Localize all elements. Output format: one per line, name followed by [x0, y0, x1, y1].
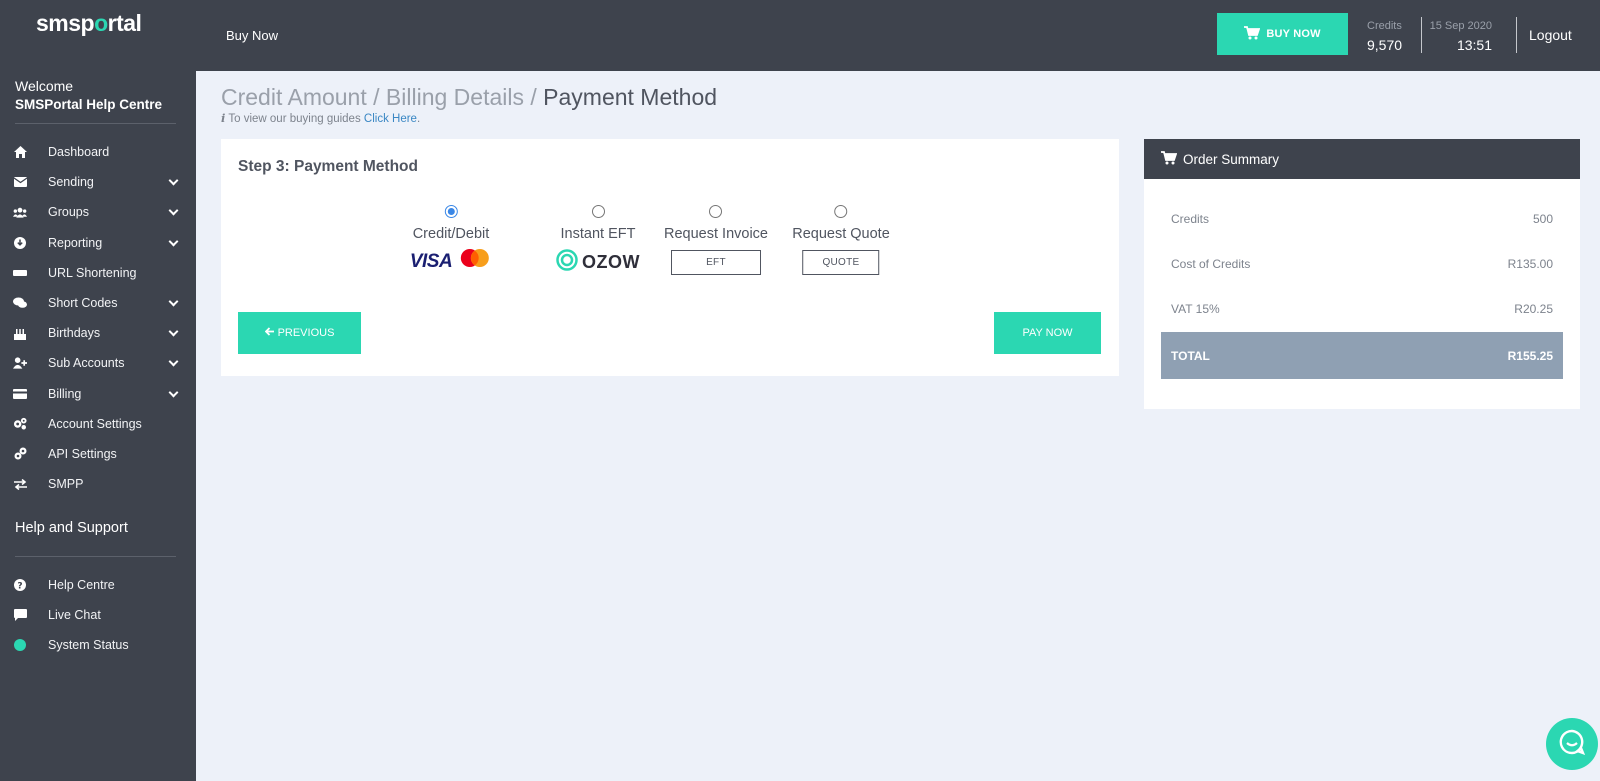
sidebar-item-account-settings[interactable]: Account Settings [0, 409, 196, 439]
previous-button[interactable]: PREVIOUS [238, 312, 361, 354]
breadcrumb-billing-details[interactable]: Billing Details [386, 84, 524, 110]
chevron-down-icon [168, 326, 179, 337]
payment-option-request-invoice[interactable]: Request Invoice EFT [664, 205, 768, 275]
radio-request-quote[interactable] [834, 205, 848, 218]
mastercard-logo [458, 247, 492, 278]
radio-credit-debit[interactable] [444, 205, 458, 218]
credits-label: Credits [1367, 20, 1402, 32]
current-date: 15 Sep 2020 [1429, 20, 1492, 32]
topbar-separator [1516, 17, 1517, 53]
summary-row-cost: Cost of Credits R135.00 [1171, 256, 1553, 271]
chat-icon [13, 608, 27, 622]
payment-option-instant-eft[interactable]: Instant EFT OZOW [556, 205, 640, 275]
payment-option-request-quote[interactable]: Request Quote QUOTE [792, 205, 890, 275]
users-icon [13, 205, 27, 219]
radio-request-invoice[interactable] [709, 205, 723, 218]
sidebar-item-birthdays[interactable]: Birthdays [0, 318, 196, 348]
smsportal-logo[interactable]: smsportal [36, 10, 142, 37]
svg-text:?: ? [17, 581, 22, 591]
sidebar-item-system-status[interactable]: System Status [0, 630, 196, 660]
question-icon: ? [13, 578, 27, 592]
sidebar-item-api-settings[interactable]: API Settings [0, 439, 196, 469]
help-and-support-heading: Help and Support [15, 520, 128, 536]
chevron-down-icon [168, 296, 179, 307]
payment-method-card: Step 3: Payment Method Credit/Debit VISA… [221, 139, 1119, 376]
sidebar-item-dashboard[interactable]: Dashboard [0, 137, 196, 167]
sidebar-item-sub-accounts[interactable]: Sub Accounts [0, 348, 196, 378]
summary-row-vat: VAT 15% R20.25 [1171, 301, 1553, 316]
home-icon [13, 145, 27, 159]
sidebar-item-sending[interactable]: Sending [0, 167, 196, 197]
status-dot-icon [13, 638, 27, 652]
sidebar-item-live-chat[interactable]: Live Chat [0, 600, 196, 630]
logout-link[interactable]: Logout [1529, 27, 1572, 43]
credits-value: 9,570 [1367, 37, 1403, 53]
buying-guide-note: i To view our buying guides Click Here. [221, 111, 421, 125]
credit-card-icon [13, 387, 27, 401]
chevron-down-icon [168, 387, 179, 397]
payment-option-credit-debit[interactable]: Credit/Debit VISA [410, 205, 492, 275]
cogs-icon [13, 417, 27, 431]
chevron-down-icon [168, 175, 179, 186]
chevron-down-icon [168, 236, 179, 247]
breadcrumb-current: Payment Method [543, 84, 718, 110]
sidebar-divider [15, 123, 176, 124]
sidebar-item-url-shortening[interactable]: URL Shortening [0, 258, 196, 288]
order-summary-header: Order Summary [1144, 139, 1580, 179]
sidebar-item-smpp[interactable]: SMPP [0, 469, 196, 499]
order-summary: Order Summary Credits 500 Cost of Credits… [1144, 139, 1580, 409]
breadcrumb-credit-amount[interactable]: Credit Amount [221, 84, 367, 110]
sidebar-nav: Dashboard Sending Groups Reporting URL S… [0, 137, 196, 499]
card-title: Step 3: Payment Method [238, 158, 418, 175]
visa-logo: VISA [409, 251, 453, 272]
eft-badge[interactable]: EFT [670, 249, 761, 275]
comments-icon [13, 296, 27, 310]
chevron-down-icon [168, 205, 179, 216]
buy-now-button[interactable]: BUY NOW [1217, 13, 1348, 55]
sidebar-item-short-codes[interactable]: Short Codes [0, 288, 196, 318]
download-icon [13, 236, 27, 250]
plug-icon [13, 447, 27, 461]
ozow-swirl-icon [556, 248, 578, 276]
info-icon: i [221, 111, 226, 125]
live-chat-launcher[interactable] [1546, 718, 1598, 770]
breadcrumb: Credit Amount / Billing Details / Paymen… [221, 84, 718, 110]
welcome-text: Welcome [15, 78, 74, 94]
top-bar: Buy Now BUY NOW Credits 9,570 15 Sep 202… [196, 0, 1600, 71]
quote-badge[interactable]: QUOTE [802, 249, 880, 275]
pay-now-button[interactable]: PAY NOW [994, 312, 1101, 354]
user-plus-icon [13, 356, 27, 370]
summary-row-credits: Credits 500 [1171, 211, 1553, 226]
sidebar-item-reporting[interactable]: Reporting [0, 228, 196, 258]
link-bar-icon [13, 266, 27, 280]
summary-row-total: TOTAL R155.25 [1161, 332, 1563, 379]
current-time: 13:51 [1456, 37, 1492, 53]
buying-guide-link[interactable]: Click Here [364, 113, 417, 125]
exchange-icon [13, 477, 27, 491]
cake-icon [13, 326, 27, 340]
radio-instant-eft[interactable] [591, 205, 605, 218]
envelope-icon [13, 175, 27, 189]
help-nav: ? Help Centre Live Chat System Status [0, 570, 196, 661]
sidebar-divider [15, 556, 176, 557]
sidebar-item-billing[interactable]: Billing [0, 379, 196, 409]
sidebar: smsportal Welcome SMSPortal Help Centre … [0, 0, 196, 781]
chat-bubble-icon [1559, 729, 1586, 760]
cart-icon [1161, 150, 1178, 168]
ozow-logo: OZOW [582, 251, 640, 272]
sidebar-item-help-centre[interactable]: ? Help Centre [0, 570, 196, 600]
username: SMSPortal Help Centre [15, 97, 163, 112]
arrow-left-icon [264, 327, 274, 339]
cart-icon [1244, 25, 1261, 43]
buy-now-link[interactable]: Buy Now [226, 28, 278, 43]
sidebar-item-groups[interactable]: Groups [0, 197, 196, 227]
chevron-down-icon [168, 356, 179, 367]
